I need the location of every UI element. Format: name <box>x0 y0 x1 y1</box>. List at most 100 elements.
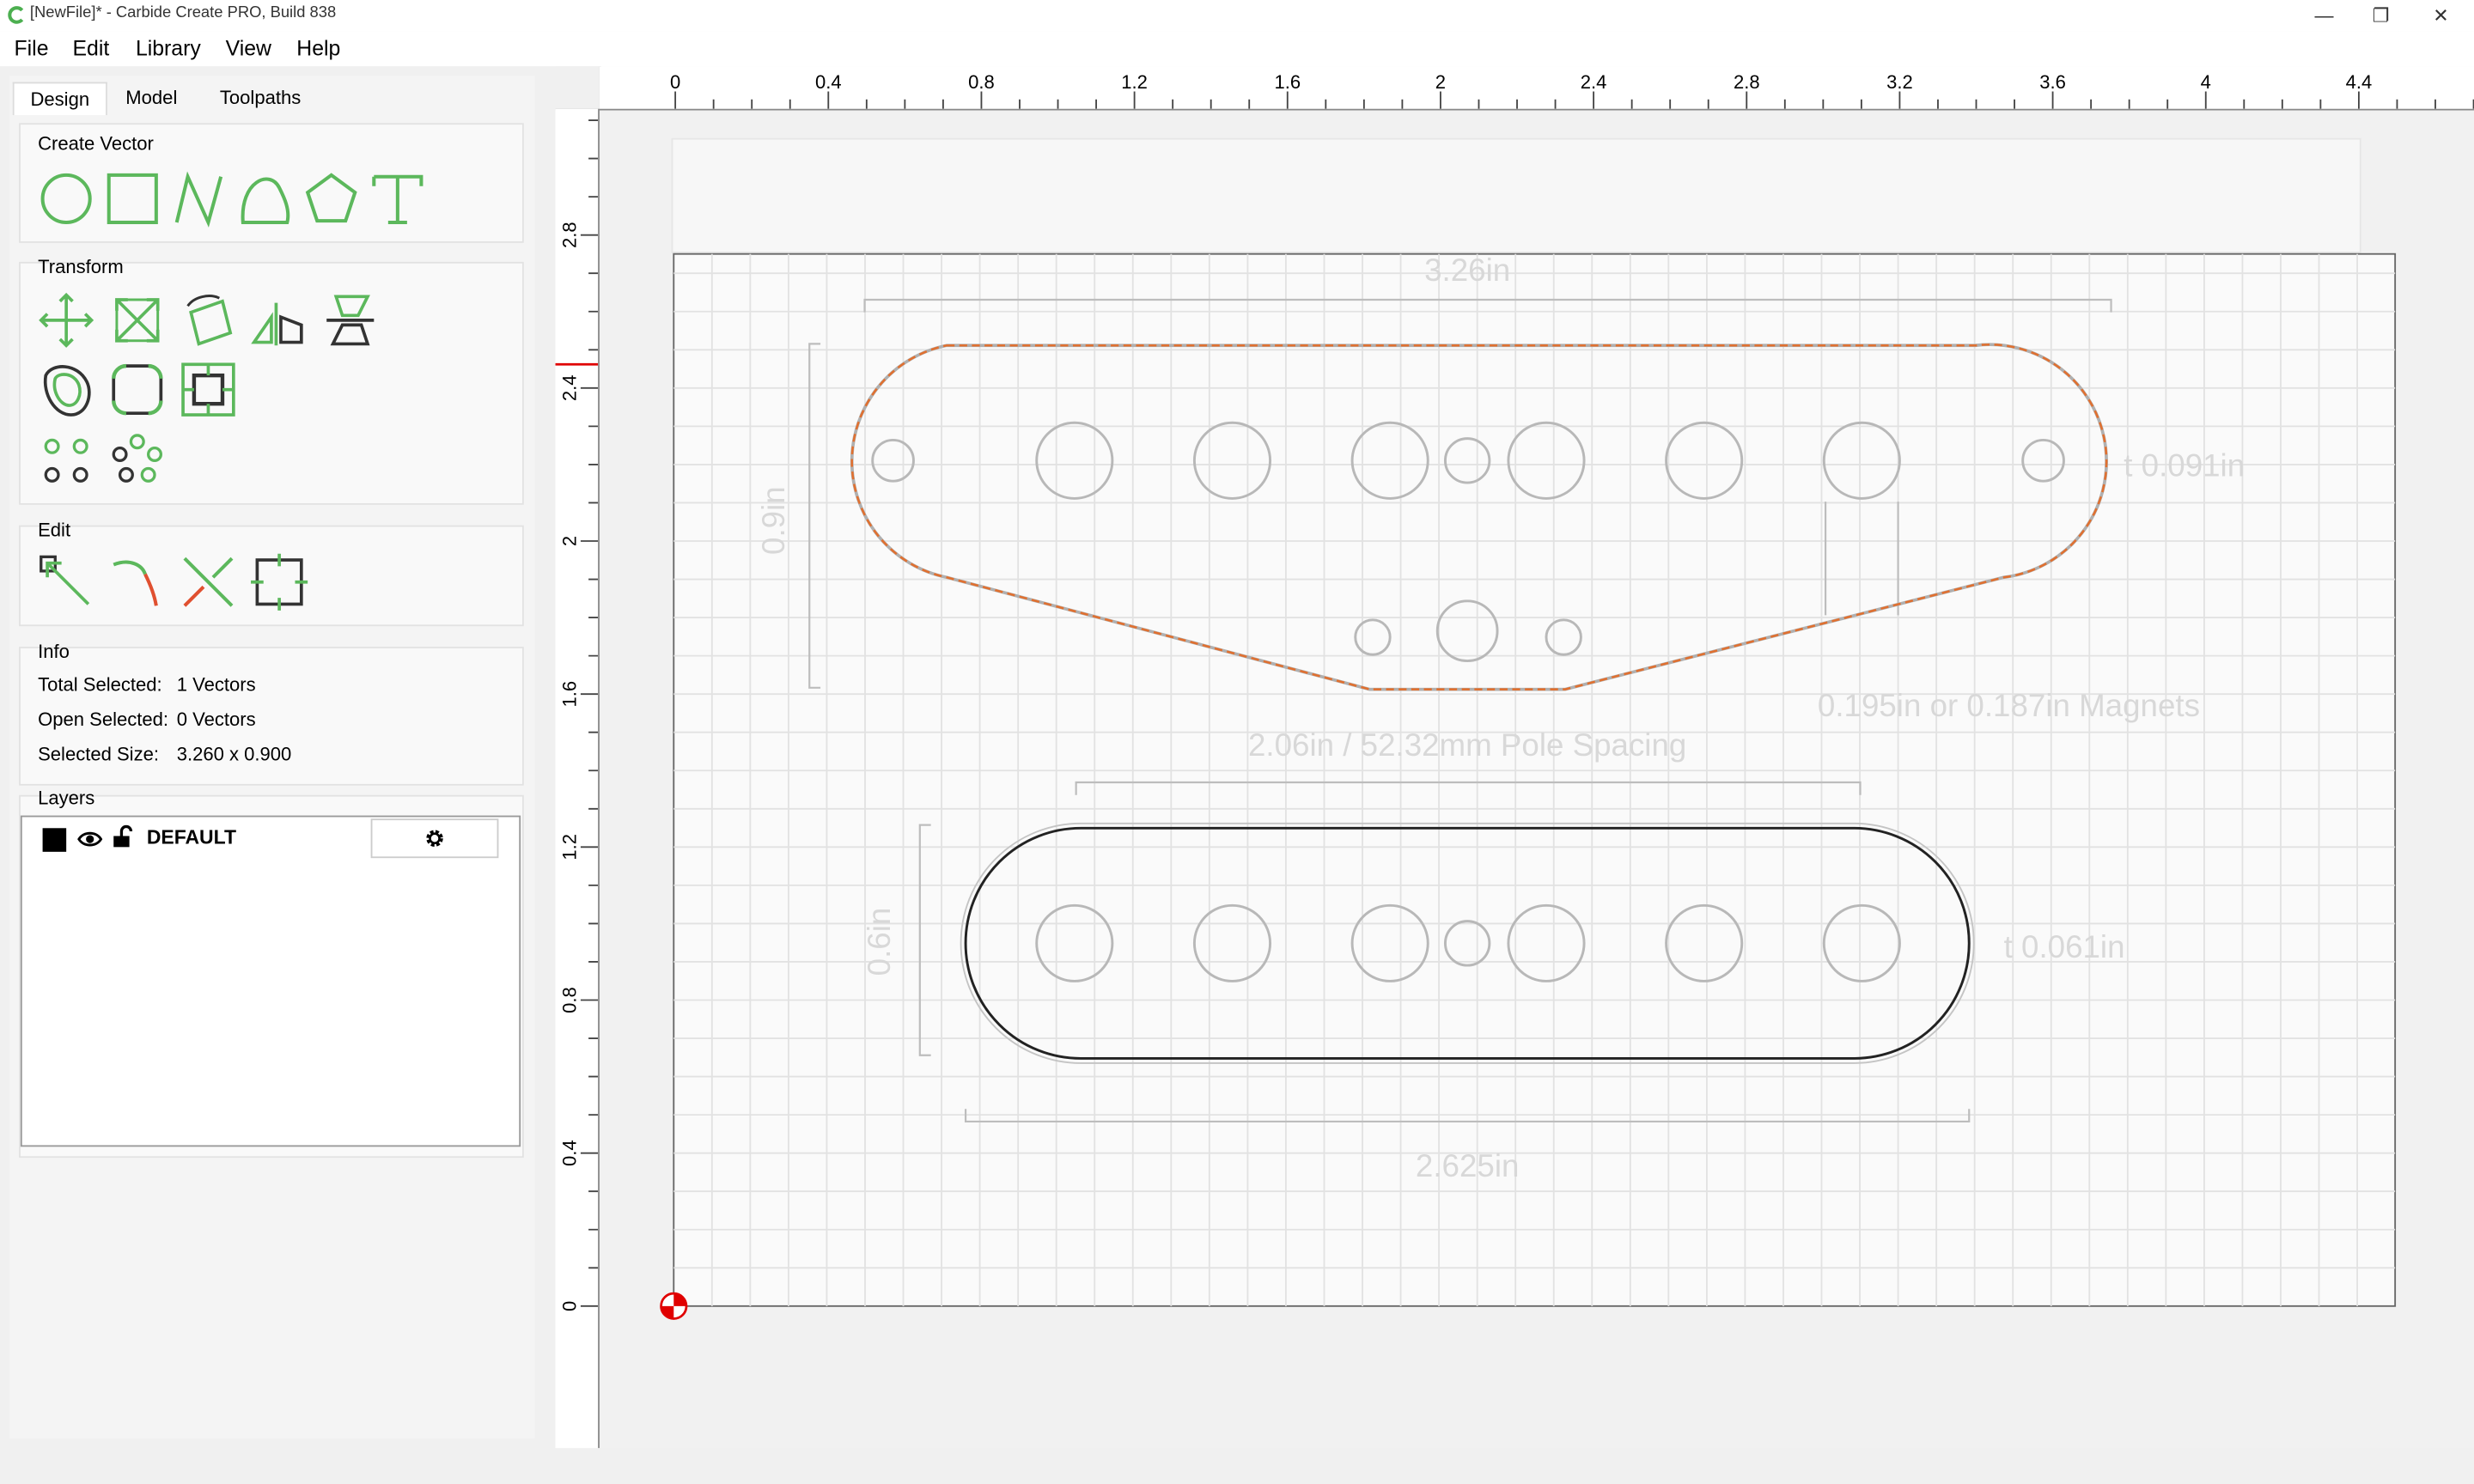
fillet-tool-button[interactable] <box>107 360 168 420</box>
title-bar: [NewFile]* - Carbide Create PRO, Build 8… <box>0 0 2474 32</box>
edit-title: Edit <box>38 519 71 542</box>
carbide-logo-icon <box>8 6 24 24</box>
close-button[interactable]: ✕ <box>2417 0 2465 32</box>
layer-settings-button[interactable] <box>370 818 499 859</box>
rotate-icon <box>186 295 233 346</box>
magnets-text: 0.195in or 0.187in Magnets <box>1818 688 2200 723</box>
menu-view[interactable]: View <box>226 36 271 60</box>
rounded-square-icon <box>112 363 163 416</box>
scale-arrows-icon <box>115 298 160 343</box>
polygon-tool-button[interactable] <box>302 169 362 229</box>
split-curve-icon <box>113 560 158 606</box>
move-tool-button[interactable] <box>36 290 96 350</box>
join-tool-button[interactable] <box>249 552 309 612</box>
eye-icon[interactable] <box>77 830 103 848</box>
boolean-square-icon <box>181 362 235 417</box>
circular-array-tool-button[interactable] <box>107 429 168 490</box>
bottom-width-text: 2.625in <box>1416 1148 1519 1183</box>
ruler-top-label: 0.4 <box>815 71 842 93</box>
unlock-icon[interactable] <box>112 824 134 849</box>
circular-array-icon <box>112 434 163 483</box>
design-panel: Design Model Toolpaths Create Vector Tra… <box>9 76 535 1439</box>
mirror-icon <box>251 302 303 346</box>
transform-title: Transform <box>38 255 124 278</box>
join-square-icon <box>251 553 308 611</box>
offset-tool-button[interactable] <box>36 360 96 420</box>
node-edit-icon <box>40 555 90 605</box>
align-icon <box>326 295 375 346</box>
tab-model[interactable]: Model <box>111 82 193 114</box>
grid-array-tool-button[interactable] <box>36 429 96 490</box>
restore-icon: ❐ <box>2372 4 2390 27</box>
ruler-left-label: 2.8 <box>558 222 580 248</box>
top-height-text: 0.9in <box>756 486 791 555</box>
move-arrows-icon <box>39 292 94 348</box>
menu-edit[interactable]: Edit <box>72 36 109 60</box>
text-tool-button[interactable] <box>368 169 428 229</box>
canvas-drawing[interactable]: 3.26in 0.9in t 0.091in 0.195in or 0.187i… <box>600 111 2474 1449</box>
selected-size-row: Selected Size: 3.260 x 0.900 <box>38 743 291 765</box>
boolean-tool-button[interactable] <box>179 360 239 420</box>
origin-marker-icon <box>660 1292 688 1320</box>
layer-row[interactable]: DEFAULT <box>22 817 520 861</box>
stock-area <box>673 252 2397 1307</box>
ruler-left: 0 0.4 0.8 1.2 1.6 2 2.4 2.8 <box>555 108 600 1449</box>
ruler-top-ticks: 0 0.4 0.8 1.2 1.6 2 2.4 2.8 3.2 3.6 4 4.4 <box>670 71 2474 109</box>
ruler-left-label: 2 <box>558 536 580 546</box>
ruler-top-label: 1.6 <box>1274 71 1301 93</box>
ruler-left-label: 0.8 <box>558 987 580 1013</box>
ruler-left-label: 0.4 <box>558 1140 580 1166</box>
info-section: Info Total Selected: 1 Vectors Open Sele… <box>19 641 524 786</box>
design-canvas[interactable]: 3.26in 0.9in t 0.091in 0.195in or 0.187i… <box>599 110 2474 1449</box>
offset-icon <box>43 365 91 417</box>
rotate-tool-button[interactable] <box>179 290 239 350</box>
open-selected-row: Open Selected: 0 Vectors <box>38 708 256 731</box>
bottom-thickness-text: t 0.061in <box>2004 929 2125 964</box>
tab-toolpaths[interactable]: Toolpaths <box>198 82 321 114</box>
menu-library[interactable]: Library <box>136 36 201 60</box>
ruler-left-label: 0 <box>558 1301 580 1311</box>
align-tool-button[interactable] <box>320 290 381 350</box>
transform-section: Transform <box>19 256 524 505</box>
total-selected-label: Total Selected: <box>38 673 162 696</box>
curve-tool-button[interactable] <box>235 169 296 229</box>
trim-tool-button[interactable] <box>179 552 239 612</box>
canvas-area: 0 0.4 0.8 1.2 1.6 2 2.4 2.8 3.2 3.6 4 4.4 0 0.4 0.8 1.… <box>555 66 2474 1449</box>
minimize-button[interactable]: — <box>2300 0 2348 32</box>
layer-color-swatch[interactable] <box>42 828 67 852</box>
menu-help[interactable]: Help <box>296 36 340 60</box>
menu-file[interactable]: File <box>15 36 49 60</box>
pole-spacing-text: 2.06in / 52.32mm Pole Spacing <box>1248 727 1686 763</box>
gear-icon <box>426 830 443 847</box>
open-selected-value: 0 Vectors <box>176 708 256 731</box>
ruler-top-label: 2.8 <box>1734 71 1760 93</box>
layer-name: DEFAULT <box>146 826 236 849</box>
circle-tool-button[interactable] <box>36 169 96 229</box>
restore-button[interactable]: ❐ <box>2357 0 2404 32</box>
text-icon <box>372 174 424 225</box>
minimize-icon: — <box>2314 4 2334 27</box>
polyline-tool-button[interactable] <box>169 169 229 229</box>
top-thickness-text: t 0.091in <box>2124 448 2245 484</box>
total-selected-row: Total Selected: 1 Vectors <box>38 673 256 696</box>
ruler-top: 0 0.4 0.8 1.2 1.6 2 2.4 2.8 3.2 3.6 4 4.4 <box>599 66 2474 111</box>
grid-array-icon <box>44 438 88 483</box>
selected-size-label: Selected Size: <box>38 743 159 765</box>
open-selected-label: Open Selected: <box>38 708 169 731</box>
mirror-tool-button[interactable] <box>249 290 309 350</box>
circle-icon <box>40 173 92 225</box>
selected-size-value: 3.260 x 0.900 <box>176 743 292 765</box>
total-selected-value: 1 Vectors <box>176 673 256 696</box>
rectangle-icon <box>107 173 158 225</box>
ruler-left-label: 1.6 <box>558 681 580 708</box>
rectangle-tool-button[interactable] <box>102 169 162 229</box>
scale-tool-button[interactable] <box>107 290 168 350</box>
node-edit-tool-button[interactable] <box>36 552 96 612</box>
ruler-left-label: 2.4 <box>558 375 580 402</box>
tab-design[interactable]: Design <box>12 82 107 116</box>
info-title: Info <box>38 640 70 663</box>
ruler-corner <box>555 66 601 111</box>
split-tool-button[interactable] <box>107 552 168 612</box>
close-icon: ✕ <box>2433 4 2449 27</box>
create-vector-title: Create Vector <box>38 132 154 155</box>
